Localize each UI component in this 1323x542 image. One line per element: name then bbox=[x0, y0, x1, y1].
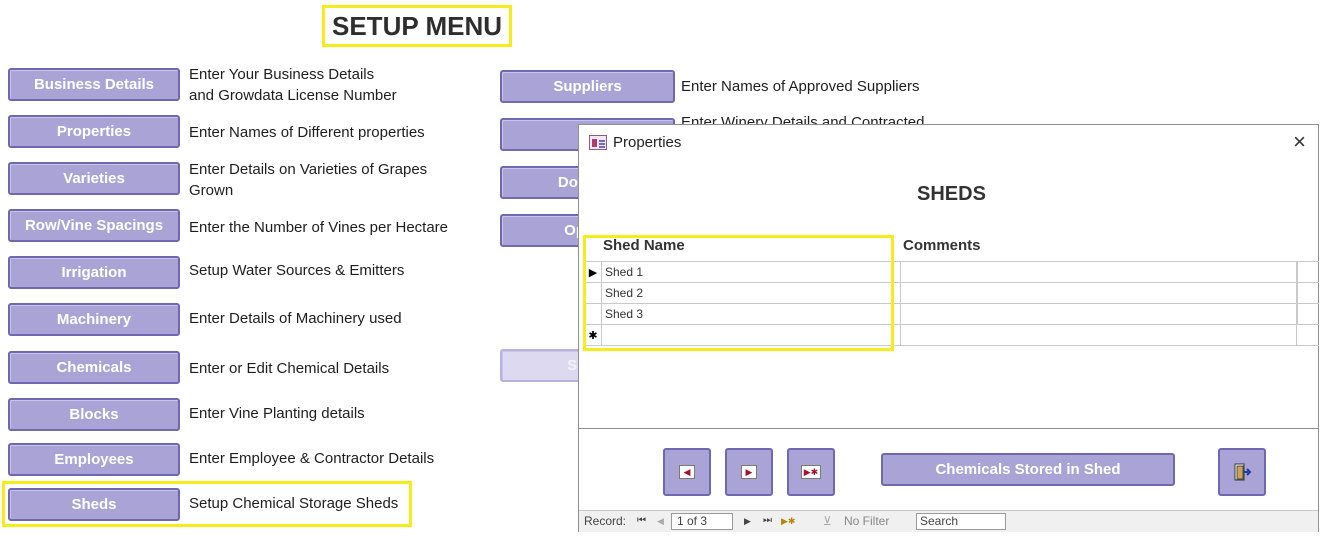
dialog-title: Properties bbox=[613, 134, 682, 151]
business-details-button[interactable]: Business Details bbox=[8, 68, 180, 101]
prev-record-icon[interactable]: ◀ bbox=[657, 516, 664, 527]
chemicals-button[interactable]: Chemicals bbox=[8, 351, 180, 384]
record-navigation-bar: Record: ⏮ ◀ 1 of 3 ▶ ⏭ ▶✱ ⊻ No Filter Se… bbox=[579, 510, 1318, 532]
irrigation-button[interactable]: Irrigation bbox=[8, 256, 180, 289]
blocks-button[interactable]: Blocks bbox=[8, 398, 180, 431]
chemicals-description: Enter or Edit Chemical Details bbox=[189, 360, 390, 377]
shed-name-highlight bbox=[583, 235, 894, 351]
previous-record-button[interactable]: ◀ bbox=[663, 448, 711, 496]
current-record-field[interactable]: 1 of 3 bbox=[671, 513, 733, 530]
row-checkbox[interactable] bbox=[1297, 262, 1319, 282]
employees-description: Enter Employee & Contractor Details bbox=[189, 450, 435, 467]
close-icon[interactable]: × bbox=[1293, 131, 1306, 153]
next-record-button[interactable]: ▶ bbox=[725, 448, 773, 496]
chemicals-stored-in-shed-button[interactable]: Chemicals Stored in Shed bbox=[881, 453, 1175, 486]
sheds-description: Setup Chemical Storage Sheds bbox=[189, 495, 399, 512]
suppliers-description: Enter Names of Approved Suppliers bbox=[681, 78, 920, 95]
last-record-icon[interactable]: ⏭ bbox=[763, 515, 772, 526]
comments-header: Comments bbox=[903, 237, 981, 254]
row-vine-spacings-button[interactable]: Row/Vine Spacings bbox=[8, 209, 180, 242]
no-filter-label[interactable]: No Filter bbox=[844, 514, 889, 528]
comments-cell[interactable] bbox=[902, 304, 1297, 324]
row-checkbox[interactable] bbox=[1297, 304, 1319, 324]
comments-cell[interactable] bbox=[902, 283, 1297, 303]
row-checkbox[interactable] bbox=[1297, 283, 1319, 303]
properties-description: Enter Names of Different properties bbox=[189, 124, 425, 141]
irrigation-description: Setup Water Sources & Emitters bbox=[189, 262, 405, 279]
record-label: Record: bbox=[584, 514, 627, 528]
machinery-description: Enter Details of Machinery used bbox=[189, 310, 402, 327]
machinery-button[interactable]: Machinery bbox=[8, 303, 180, 336]
blocks-description: Enter Vine Planting details bbox=[189, 405, 365, 422]
exit-button[interactable] bbox=[1218, 448, 1266, 496]
comments-cell[interactable] bbox=[902, 325, 1297, 345]
properties-button[interactable]: Properties bbox=[8, 115, 180, 148]
footer-divider bbox=[579, 428, 1318, 429]
first-record-icon[interactable]: ⏮ bbox=[637, 515, 646, 526]
suppliers-button[interactable]: Suppliers bbox=[500, 70, 675, 103]
sheds-button[interactable]: Sheds bbox=[8, 488, 180, 521]
previous-icon: ◀ bbox=[679, 465, 695, 479]
next-record-icon[interactable]: ▶ bbox=[744, 516, 751, 527]
new-record-status-icon[interactable]: ▶✱ bbox=[781, 516, 795, 527]
exit-door-icon bbox=[1234, 463, 1252, 481]
next-icon: ▶ bbox=[741, 465, 757, 479]
form-icon bbox=[589, 135, 607, 150]
business-details-description: Enter Your Business Details and Growdata… bbox=[189, 66, 397, 104]
sheds-heading: SHEDS bbox=[917, 183, 986, 205]
varieties-button[interactable]: Varieties bbox=[8, 162, 180, 195]
properties-dialog: Properties × SHEDS Shed Name Comments ▶ … bbox=[578, 124, 1319, 532]
new-record-icon: ▶✱ bbox=[801, 465, 821, 479]
new-record-button[interactable]: ▶✱ bbox=[787, 448, 835, 496]
search-input[interactable]: Search bbox=[916, 513, 1006, 530]
row-vine-spacings-description: Enter the Number of Vines per Hectare bbox=[189, 219, 449, 236]
employees-button[interactable]: Employees bbox=[8, 443, 180, 476]
filter-icon: ⊻ bbox=[823, 514, 832, 528]
page-title: SETUP MENU bbox=[322, 5, 512, 47]
varieties-description: Enter Details on Varieties of Grapes Gro… bbox=[189, 161, 428, 199]
comments-cell[interactable] bbox=[902, 262, 1297, 282]
